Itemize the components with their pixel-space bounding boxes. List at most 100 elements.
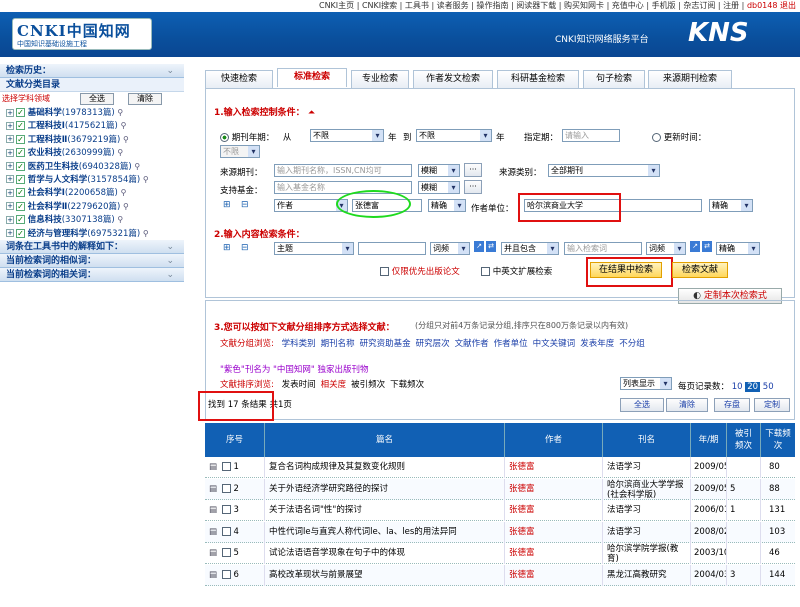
checkbox-icon[interactable]: ✓ (16, 201, 25, 211)
row-source[interactable]: 哈尔滨学院学报(教育) (603, 543, 691, 564)
row-author[interactable]: 张德富 (505, 500, 603, 521)
magnifier-icon[interactable]: ⚲ (117, 215, 123, 224)
related-word-icon[interactable]: ⇄ (702, 241, 712, 252)
chevron-down-icon[interactable]: ⌄ (166, 64, 174, 78)
keyword2-match-select[interactable]: 精确 (716, 242, 760, 255)
row-checkbox[interactable]: ✓ (221, 569, 231, 579)
tab-3[interactable]: 作者发文检索 (413, 70, 493, 88)
source-match-select[interactable]: 模糊 (418, 164, 460, 177)
group-browse-item[interactable]: 作者单位 (494, 339, 528, 349)
header-source[interactable]: 刊名 (603, 423, 691, 457)
subject-item[interactable]: + ✓ 工程科技Ⅱ(3679219篇) ⚲ (0, 133, 184, 146)
row-downloads[interactable]: 88 (761, 479, 795, 500)
chevron-down-icon[interactable]: ⌄ (166, 268, 174, 282)
row-cite[interactable] (727, 521, 761, 543)
magnifier-icon[interactable]: ⚲ (121, 188, 127, 197)
header-date[interactable]: 年/期 (691, 423, 727, 457)
header-author[interactable]: 作者 (505, 423, 603, 457)
magnifier-icon[interactable]: ⚲ (123, 202, 129, 211)
custom-results-button[interactable]: 定制 (754, 398, 790, 412)
row-checkbox[interactable]: ✓ (221, 548, 231, 557)
checkbox-icon[interactable]: ✓ (16, 121, 25, 131)
header-cite[interactable]: 被引频次 (727, 423, 761, 457)
checkbox-icon[interactable]: ✓ (16, 228, 25, 238)
magnifier-icon[interactable]: ⚲ (134, 162, 140, 171)
sort-item[interactable]: 相关度 (321, 380, 347, 390)
radio-update-icon[interactable] (652, 133, 661, 142)
document-icon[interactable]: ▤ (209, 527, 217, 537)
keyword2-freq-select[interactable]: 词频 (646, 242, 686, 255)
search-history-header[interactable]: 检索历史： ⌄ (0, 64, 184, 78)
row-checkbox[interactable]: ✓ (221, 462, 231, 471)
search-button[interactable]: 检索文献 (672, 262, 728, 278)
related-words-header[interactable]: 当前检索词的相关词： ⌄ (0, 267, 184, 282)
row-author[interactable]: 张德富 (505, 457, 603, 478)
row-cite[interactable]: 3 (727, 564, 761, 586)
table-row[interactable]: ▤ ✓ 3关于法语名词"性"的探讨张德富法语学习2006/011131 (205, 500, 795, 521)
expand-icon[interactable]: + (6, 188, 14, 197)
logic-combine-select[interactable]: 并且包含 (501, 242, 559, 255)
keyword1-freq-select[interactable]: 词频 (430, 242, 470, 255)
row-source[interactable]: 法语学习 (603, 457, 691, 478)
tab-6[interactable]: 来源期刊检索 (648, 70, 732, 88)
expand-icon[interactable]: + (6, 108, 14, 117)
subject-name[interactable]: 农业科技 (28, 148, 62, 158)
row-source[interactable]: 黑龙江高教研究 (603, 564, 691, 586)
group-browse-item[interactable]: 研究资助基金 (360, 339, 411, 349)
magnifier-icon[interactable]: ⚲ (121, 121, 127, 130)
remove-content-condition-icon[interactable]: ⊟ (241, 243, 249, 253)
row-cite[interactable] (727, 457, 761, 478)
clear-results-button[interactable]: 清除 (666, 398, 708, 412)
subject-name[interactable]: 工程科技Ⅰ (28, 121, 65, 131)
expand-icon[interactable]: + (6, 148, 14, 157)
checkbox-icon[interactable]: ✓ (481, 267, 490, 276)
expand-word-icon[interactable]: ↗ (474, 241, 484, 252)
expand-word-icon[interactable]: ↗ (690, 241, 700, 252)
row-title[interactable]: 中性代词le与直宾人称代词le、la、les的用法异同 (265, 521, 505, 543)
header-downloads[interactable]: 下载频次 (761, 423, 795, 457)
checkbox-icon[interactable]: ✓ (16, 148, 25, 158)
row-cite[interactable]: 1 (727, 500, 761, 521)
row-source[interactable]: 哈尔滨商业大学学报(社会科学版) (603, 478, 691, 500)
author-unit-match-select[interactable]: 精确 (709, 199, 753, 212)
row-author[interactable]: 张德富 (505, 543, 603, 564)
magnifier-icon[interactable]: ⚲ (143, 175, 149, 184)
subject-item[interactable]: + ✓ 基础科学(1978313篇) ⚲ (0, 106, 184, 119)
document-icon[interactable]: ▤ (209, 548, 217, 558)
row-checkbox[interactable]: ✓ (221, 526, 231, 536)
expand-icon[interactable]: + (6, 175, 14, 184)
sort-item[interactable]: 发表时间 (282, 380, 316, 390)
subject-name[interactable]: 基础科学 (28, 108, 62, 118)
row-author[interactable]: 张德富 (505, 564, 603, 586)
clear-button[interactable]: 清除 (128, 93, 162, 105)
subject-item[interactable]: + ✓ 农业科技(2630999篇) ⚲ (0, 146, 184, 159)
save-results-button[interactable]: 存盘 (714, 398, 750, 412)
group-browse-item[interactable]: 不分组 (619, 339, 645, 349)
remove-condition-icon[interactable]: ⊟ (241, 200, 249, 210)
subject-name[interactable]: 信息科技 (28, 215, 62, 225)
source-journal-input[interactable]: 输入期刊名称，ISSN,CN均可 (274, 164, 412, 177)
table-row[interactable]: ▤ ✓ 4中性代词le与直宾人称代词le、la、les的用法异同张德富法语学习2… (205, 521, 795, 543)
checkbox-icon[interactable]: ✓ (16, 108, 25, 117)
subject-item[interactable]: + ✓ 医药卫生科技(6940328篇) ⚲ (0, 160, 184, 173)
checkbox-icon[interactable]: ✓ (16, 161, 25, 171)
magnifier-icon[interactable]: ⚲ (117, 108, 123, 117)
document-icon[interactable]: ▤ (209, 462, 217, 472)
row-title[interactable]: 复合名词构成规律及其复数变化规则 (265, 457, 505, 478)
expand-icon[interactable]: + (6, 121, 14, 130)
specified-period-input[interactable]: 请输入 (562, 129, 620, 142)
expand-icon[interactable]: + (6, 215, 14, 224)
subject-name[interactable]: 社会科学Ⅰ (28, 188, 65, 198)
group-browse-item[interactable]: 研究层次 (416, 339, 450, 349)
online-first-checkbox[interactable]: ✓ 仅限优先出版论文 (378, 265, 460, 277)
row-author[interactable]: 张德富 (505, 478, 603, 500)
chevron-down-icon[interactable]: ⌄ (166, 240, 174, 254)
tab-0[interactable]: 快速检索 (205, 70, 273, 88)
row-author[interactable]: 张德富 (505, 521, 603, 543)
expand-icon[interactable]: + (6, 162, 14, 171)
table-row[interactable]: ▤ ✓ 6高校改革现状与前景展望张德富黑龙江高教研究2004/033144 (205, 564, 795, 586)
group-browse-item[interactable]: 中文关键词 (533, 339, 576, 349)
document-icon[interactable]: ▤ (209, 484, 217, 494)
table-row[interactable]: ▤ ✓ 5试论法语语音学现象在句子中的体现张德富哈尔滨学院学报(教育)2003/… (205, 543, 795, 564)
table-row[interactable]: ▤ ✓ 2关于外语经济学研究路径的探讨张德富哈尔滨商业大学学报(社会科学版)20… (205, 478, 795, 500)
